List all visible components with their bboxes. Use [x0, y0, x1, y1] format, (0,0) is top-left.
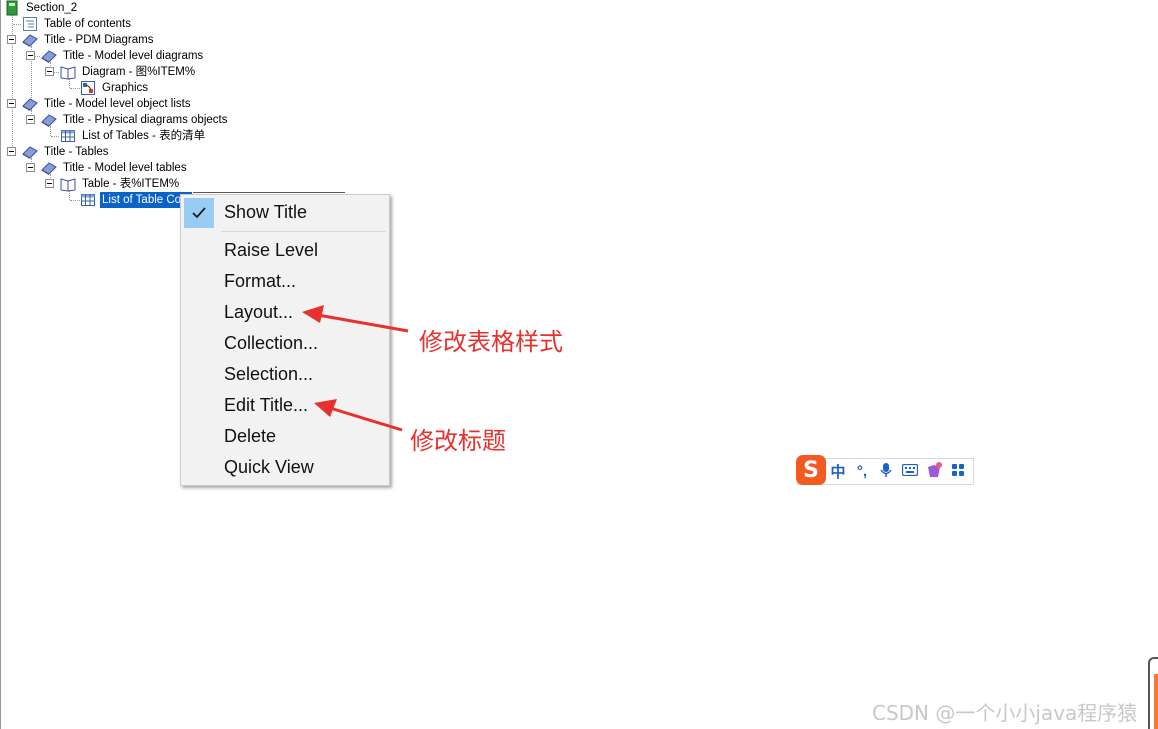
arrow-to-layout — [302, 305, 409, 333]
microphone-icon[interactable] — [874, 462, 898, 482]
ime-punctuation-toggle[interactable]: °, — [850, 463, 874, 480]
annotation-layout-note: 修改表格样式 — [419, 328, 563, 356]
annotation-title-note: 修改标题 — [410, 427, 506, 455]
ime-toolbar[interactable]: S 中 °, — [796, 455, 974, 485]
arrow-to-edit-title — [314, 399, 403, 432]
ime-language-toggle[interactable]: 中 — [826, 461, 850, 482]
keyboard-icon[interactable] — [898, 463, 922, 480]
sogou-logo-icon[interactable]: S — [796, 455, 826, 485]
annotation-arrows — [302, 305, 409, 432]
scrollbar-fragment[interactable] — [1148, 657, 1158, 729]
watermark: CSDN @一个小小java程序猿 — [872, 701, 1138, 725]
skin-icon[interactable] — [922, 461, 946, 482]
apps-grid-icon[interactable] — [946, 463, 970, 481]
